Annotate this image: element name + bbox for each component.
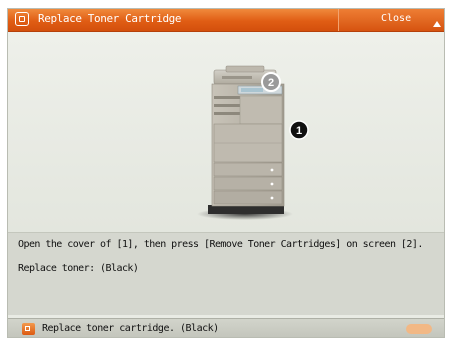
dialog-window: Replace Toner Cartridge Close 2 1 Open t… — [7, 8, 445, 338]
printer-drawing: 2 1 — [197, 65, 309, 220]
toner-status-text: Replace toner: (Black) — [18, 263, 139, 274]
alert-icon — [22, 323, 35, 335]
close-button-label: Close — [381, 13, 412, 24]
callout-2-badge: 2 — [261, 72, 281, 92]
status-monitor-button[interactable] — [406, 324, 432, 334]
status-bar: Replace toner cartridge. (Black) — [8, 318, 444, 337]
printer-illustration: 2 1 — [8, 32, 444, 232]
callout-1-badge: 1 — [289, 120, 309, 140]
callout-1-label: 1 — [296, 125, 302, 137]
callout-2-label: 2 — [268, 77, 274, 89]
close-button[interactable]: Close — [338, 9, 444, 31]
title-bar: Replace Toner Cartridge Close — [8, 9, 444, 32]
dialog-title: Replace Toner Cartridge — [38, 12, 182, 25]
instruction-text: Open the cover of [1], then press [Remov… — [18, 239, 423, 250]
toner-icon — [15, 12, 29, 26]
status-message: Replace toner cartridge. (Black) — [42, 323, 219, 334]
message-panel: Open the cover of [1], then press [Remov… — [8, 233, 444, 315]
corner-arrow-icon — [433, 21, 441, 27]
